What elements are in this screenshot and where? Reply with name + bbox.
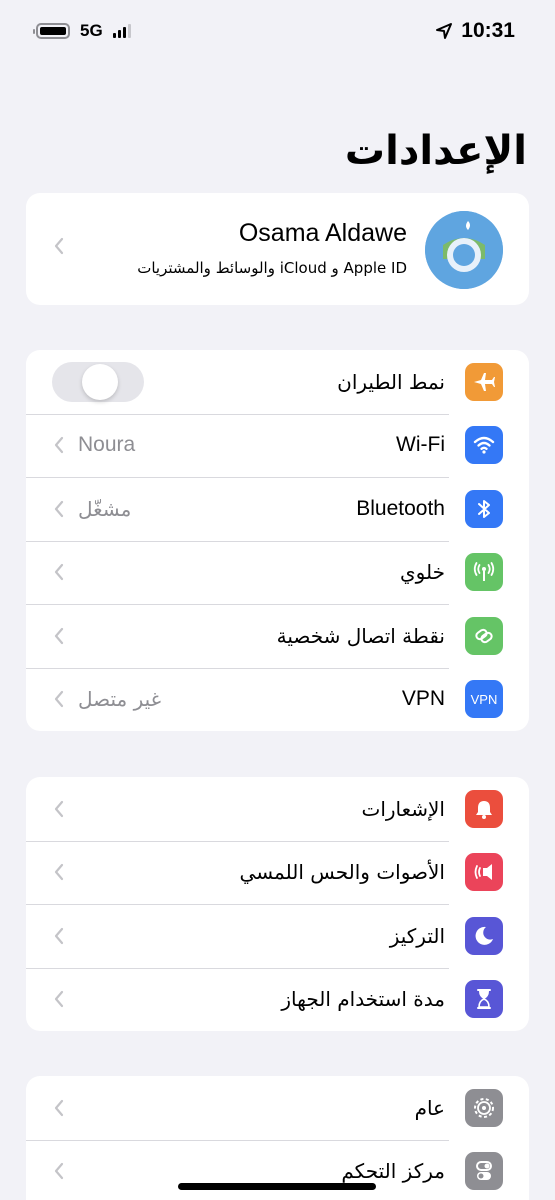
row-label: خلوي bbox=[400, 560, 445, 585]
status-bar-right: 10:31 bbox=[435, 19, 515, 43]
row-screen-time[interactable]: مدة استخدام الجهاز bbox=[26, 967, 529, 1032]
vpn-status-value: غير متصل bbox=[78, 687, 162, 712]
row-label: نقطة اتصال شخصية bbox=[276, 623, 445, 648]
row-label: Bluetooth bbox=[356, 496, 445, 520]
network-type: 5G bbox=[80, 21, 103, 40]
row-label: عام bbox=[414, 1095, 445, 1120]
row-personal-hotspot[interactable]: نقطة اتصال شخصية bbox=[26, 604, 529, 668]
status-bar: 5G 10:31 bbox=[0, 0, 555, 62]
row-airplane-mode: نمط الطيران bbox=[26, 350, 529, 414]
wifi-network-value: Noura bbox=[78, 433, 136, 457]
row-label: الإشعارات bbox=[361, 796, 445, 821]
notifications-icon bbox=[465, 789, 503, 828]
control-center-icon bbox=[465, 1152, 503, 1191]
avatar bbox=[425, 211, 503, 289]
row-label: نمط الطيران bbox=[337, 369, 445, 394]
home-indicator[interactable] bbox=[178, 1183, 376, 1190]
chevron-left-icon bbox=[54, 1099, 64, 1116]
row-vpn[interactable]: VPN VPN غير متصل bbox=[26, 667, 529, 732]
row-label: التركيز bbox=[389, 923, 445, 948]
gear-icon bbox=[465, 1088, 503, 1127]
bluetooth-icon bbox=[465, 489, 503, 528]
row-cellular[interactable]: خلوي bbox=[26, 540, 529, 605]
clock: 10:31 bbox=[461, 19, 515, 42]
focus-moon-icon bbox=[465, 916, 503, 955]
profile-name: Osama Aldawe bbox=[238, 219, 407, 247]
screen-time-icon bbox=[465, 980, 503, 1019]
chevron-left-icon bbox=[54, 1163, 64, 1180]
chevron-left-icon bbox=[54, 500, 64, 517]
sounds-icon bbox=[465, 853, 503, 892]
page-title: الإعدادات bbox=[344, 128, 527, 174]
row-notifications[interactable]: الإشعارات bbox=[26, 777, 529, 841]
status-bar-left: 5G bbox=[33, 21, 131, 41]
chevron-left-icon bbox=[54, 864, 64, 881]
cellular-icon bbox=[465, 553, 503, 592]
chevron-left-icon bbox=[54, 564, 64, 581]
battery-icon bbox=[33, 23, 70, 39]
row-sounds-haptics[interactable]: الأصوات والحس اللمسي bbox=[26, 840, 529, 905]
profile-subtitle: Apple ID و iCloud والوسائط والمشتريات bbox=[137, 259, 407, 277]
chevron-left-icon bbox=[54, 800, 64, 817]
wifi-icon bbox=[465, 426, 503, 465]
apple-id-profile-row[interactable]: Osama Aldawe Apple ID و iCloud والوسائط … bbox=[26, 193, 529, 305]
row-control-center[interactable]: مركز التحكم bbox=[26, 1139, 529, 1200]
row-label: الأصوات والحس اللمسي bbox=[239, 860, 445, 885]
hotspot-icon bbox=[465, 616, 503, 655]
notifications-group: الإشعارات الأصوات والحس اللمسي التركيز م… bbox=[26, 777, 529, 1031]
row-label: مركز التحكم bbox=[341, 1159, 445, 1184]
vpn-icon: VPN bbox=[465, 680, 503, 719]
signal-strength-icon bbox=[112, 24, 131, 38]
airplane-icon bbox=[465, 362, 503, 401]
row-label: VPN bbox=[401, 687, 445, 711]
connectivity-group: نمط الطيران Wi-Fi Noura Bluetooth مشغّل bbox=[26, 350, 529, 731]
chevron-left-icon bbox=[54, 991, 64, 1008]
row-label: Wi-Fi bbox=[396, 433, 445, 457]
chevron-left-icon bbox=[54, 927, 64, 944]
chevron-left-icon bbox=[54, 691, 64, 708]
bluetooth-status-value: مشغّل bbox=[78, 496, 132, 521]
row-wifi[interactable]: Wi-Fi Noura bbox=[26, 413, 529, 478]
row-general[interactable]: عام bbox=[26, 1076, 529, 1140]
row-label: مدة استخدام الجهاز bbox=[281, 987, 445, 1012]
row-focus[interactable]: التركيز bbox=[26, 904, 529, 968]
chevron-left-icon bbox=[54, 437, 64, 454]
chevron-left-icon bbox=[54, 237, 64, 255]
chevron-left-icon bbox=[54, 627, 64, 644]
location-arrow-icon bbox=[436, 23, 453, 39]
row-bluetooth[interactable]: Bluetooth مشغّل bbox=[26, 477, 529, 541]
airplane-mode-toggle[interactable] bbox=[52, 361, 144, 402]
general-group: عام مركز التحكم bbox=[26, 1076, 529, 1200]
